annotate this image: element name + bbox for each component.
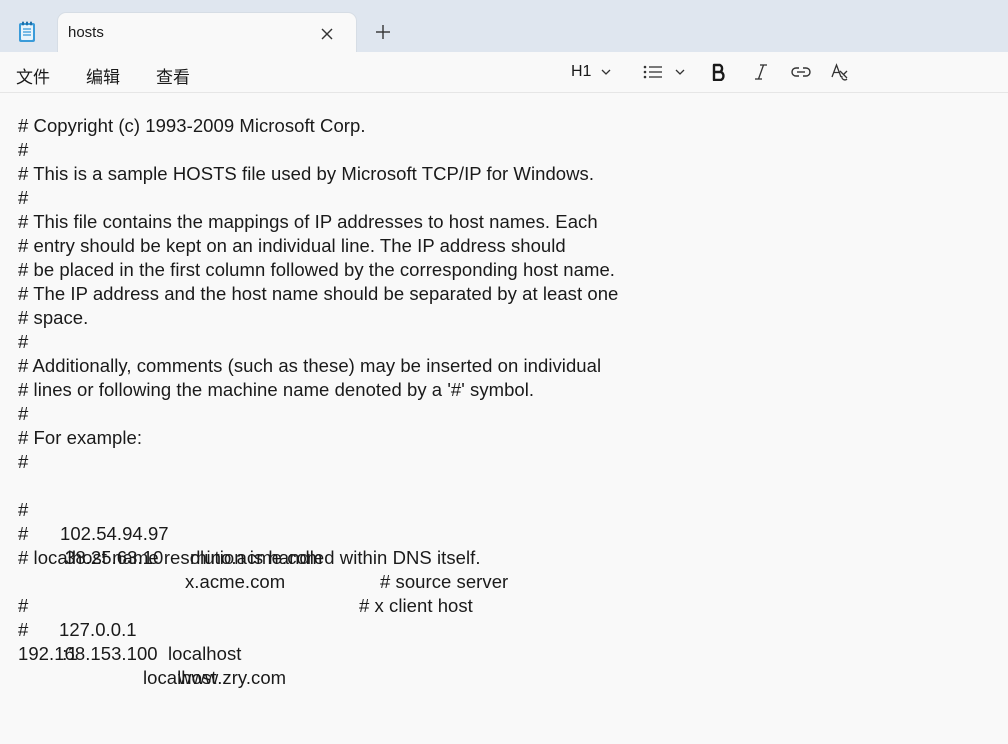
text-line: # For example: [18,427,143,448]
menu-edit[interactable]: 编辑 [86,63,120,88]
menu-file[interactable]: 文件 [16,63,50,88]
text-line: # This file contains the mappings of IP … [18,211,598,232]
link-button[interactable] [790,60,812,84]
heading-dropdown[interactable]: H1 [571,60,611,84]
host-entry-name: www.zry.com [178,667,287,688]
chevron-down-icon [601,69,611,75]
close-icon[interactable] [316,23,338,45]
bold-button[interactable] [711,60,727,84]
text-line: # space. [18,307,89,328]
title-bar: hosts [0,0,1008,53]
chevron-down-icon [675,69,685,75]
text-line: # [18,451,29,472]
example-ip: 102.54.94.97 [60,523,169,544]
notepad-icon [15,20,39,44]
text-line-host-entry: 192.168.153.100 www.zry.com [18,618,418,688]
text-line: # lines or following the machine name de… [18,379,535,400]
text-line: # [18,403,29,424]
text-line: # [18,187,29,208]
text-line-localhost-2: # ::1 localhost [18,594,418,688]
clear-formatting-button[interactable] [830,60,850,84]
italic-icon [753,63,769,81]
text-line-example-1: # 102.54.94.97 rhino.acme.com # source s… [18,474,618,592]
host-entry-ip: 192.168.153.100 [18,643,158,664]
text-line: # [18,331,29,352]
localhost-name: localhost [168,643,242,664]
text-line: # [18,139,29,160]
text-line: # be placed in the first column followed… [18,259,615,280]
menu-bar: 文件 编辑 查看 H1 [0,52,1008,93]
text-line-localhost-1: # 127.0.0.1 localhost [18,570,418,664]
text-editor[interactable]: # Copyright (c) 1993-2009 Microsoft Corp… [0,93,1008,744]
text-line-example-2: # 38.25.63.10 x.acme.com # x client host [18,498,618,616]
plus-icon[interactable] [372,21,394,43]
text-line: # Additionally, comments (such as these)… [18,355,602,376]
tab-hosts[interactable]: hosts [58,13,356,53]
comment-hash: # [18,523,29,544]
text-line: # entry should be kept on an individual … [18,235,566,256]
text-line: # The IP address and the host name shoul… [18,283,619,304]
menu-view[interactable]: 查看 [156,63,190,88]
bulleted-list-icon [643,65,663,79]
list-dropdown[interactable] [643,60,685,84]
tab-title: hosts [68,24,104,41]
clear-formatting-icon [830,62,850,82]
bold-icon [711,63,727,81]
text-line: # Copyright (c) 1993-2009 Microsoft Corp… [18,115,366,136]
text-line: # This is a sample HOSTS file used by Mi… [18,163,595,184]
italic-button[interactable] [753,60,769,84]
link-icon [790,65,812,79]
text-line: # localhost name resolution is handled w… [18,547,481,568]
heading-label: H1 [571,63,592,80]
